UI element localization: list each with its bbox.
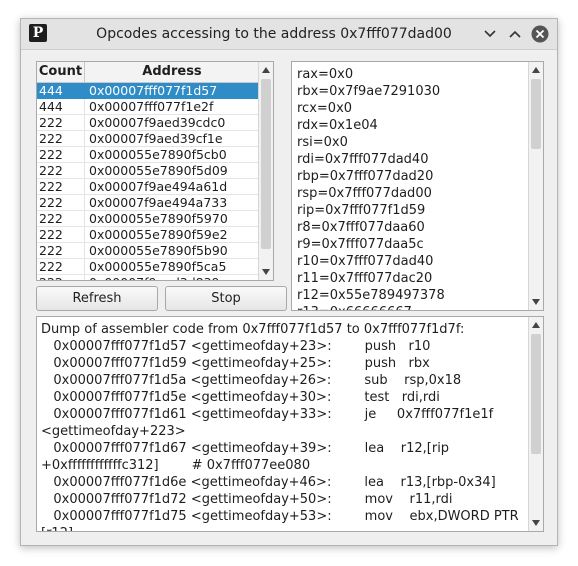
disassembly-line: 0x00007fff077f1d67 <gettimeofday+39>: le… [41, 441, 450, 456]
disassembly-scroll-thumb[interactable] [531, 334, 541, 454]
register-value: r13=0x66666667 [297, 304, 525, 310]
window-title: Opcodes accessing to the address 0x7fff0… [96, 26, 452, 42]
disassembly-line: [r12] [41, 525, 526, 531]
disassembly-line: 0x00007fff077f1d5e <gettimeofday+30>: te… [41, 390, 440, 405]
disassembly-line: 0x00007fff077f1d75 <gettimeofday+53>: mo… [41, 509, 519, 524]
disassembly-line: Dump of assembler code from 0x7fff077f1d… [41, 322, 465, 337]
table-row[interactable]: 444 0x00007fff077f1e2f [37, 99, 259, 115]
table-row[interactable]: 222 0x00007f9aed39cf1e [37, 131, 259, 147]
count-cell: 222 [37, 275, 85, 280]
title-bar[interactable]: P Opcodes accessing to the address 0x7ff… [21, 19, 557, 50]
count-cell: 222 [37, 179, 85, 194]
register-value: r12=0x55e789497378 [297, 288, 445, 303]
scroll-down-arrow-icon[interactable] [529, 516, 543, 530]
register-value: rdi=0x7fff077dad40 [297, 152, 429, 167]
disassembly-line: 0x00007fff077f1d6e <gettimeofday+46>: le… [41, 475, 496, 490]
table-header: Count Address [37, 62, 259, 83]
address-cell: 0x00007f9aed39cdc0 [89, 115, 226, 130]
maximize-chevron-up-icon[interactable] [506, 25, 524, 43]
registers-panel[interactable]: rax=0x0 rbx=0x7f9ae7291030 rcx=0x0 rdx=0x1e… [291, 61, 544, 311]
disassembly-line: 0x00007fff077f1d5a <gettimeofday+26>: su… [41, 373, 462, 388]
register-value: r10=0x7fff077dad40 [297, 254, 434, 269]
register-value: rcx=0x0 [297, 101, 353, 116]
registers-scrollbar[interactable] [528, 62, 543, 310]
count-cell: 222 [37, 211, 85, 226]
register-value: rbx=0x7f9ae7291030 [297, 84, 441, 99]
disassembly-line: 0x00007fff077f1d57 <gettimeofday+23>: pu… [41, 339, 431, 354]
register-value: r9=0x7fff077daa5c [297, 237, 424, 252]
column-header-count[interactable]: Count [37, 62, 85, 82]
address-cell: 0x00007f9aed3d839 [85, 275, 259, 280]
table-row[interactable]: 222 0x000055e7890f5970 [37, 211, 259, 227]
refresh-button[interactable]: Refresh [36, 286, 158, 311]
count-cell: 444 [37, 99, 85, 114]
table-row[interactable]: 222 0x000055e7890f5b90 [37, 243, 259, 259]
close-icon[interactable] [531, 25, 549, 43]
table-row[interactable]: 222 0x000055e7890f59e2 [37, 227, 259, 243]
disassembly-line: 0x00007fff077f1d59 <gettimeofday+25>: pu… [41, 356, 430, 371]
address-cell: 0x000055e7890f5b90 [89, 243, 228, 258]
address-cell: 0x00007fff077f1d57 [89, 83, 218, 98]
app-logo-icon: P [29, 24, 47, 42]
table-row[interactable]: 444 0x00007fff077f1d57 [37, 83, 259, 99]
disassembly-text: Dump of assembler code from 0x7fff077f1d… [41, 321, 526, 531]
table-body: 444 0x00007fff077f1d57 444 0x00007fff077f1e… [37, 83, 259, 280]
scroll-up-arrow-icon[interactable] [259, 63, 273, 77]
table-scroll-thumb[interactable] [261, 79, 271, 249]
address-cell: 0x00007f9aed39cf1e [89, 131, 223, 146]
register-value: rdx=0x1e04 [297, 118, 378, 133]
opcodes-window: P Opcodes accessing to the address 0x7ff… [20, 18, 558, 546]
register-value: rax=0x0 [297, 67, 354, 82]
scroll-up-arrow-icon[interactable] [529, 318, 543, 332]
table-row[interactable]: 222 0x00007f9ae494a61d [37, 179, 259, 195]
table-row[interactable]: 222 0x000055e7890f5cb0 [37, 147, 259, 163]
address-cell: 0x000055e7890f5d09 [89, 163, 228, 178]
address-cell: 0x00007f9ae494a61d [89, 179, 228, 194]
table-row[interactable]: 222 0x00007f9aed39cdc0 [37, 115, 259, 131]
disassembly-line: +0xffffffffffffc312] # 0x7fff077ee080 [41, 458, 311, 473]
registers-scroll-thumb[interactable] [531, 79, 541, 149]
disassembly-line: 0x00007fff077f1d61 <gettimeofday+33>: je… [41, 407, 494, 422]
disassembly-line: <gettimeofday+223> [41, 424, 186, 439]
table-row[interactable]: 222 0x000055e7890f5d09 [37, 163, 259, 179]
address-cell: 0x000055e7890f59e2 [89, 227, 228, 242]
address-cell: 0x000055e7890f5970 [89, 211, 228, 226]
register-value: rbp=0x7fff077dad20 [297, 169, 434, 184]
column-header-address[interactable]: Address [85, 62, 259, 82]
count-cell: 222 [37, 163, 85, 178]
table-row[interactable]: 222 0x00007f9ae494a733 [37, 195, 259, 211]
count-cell: 222 [37, 227, 85, 242]
disassembly-line: 0x00007fff077f1d72 <gettimeofday+50>: mo… [41, 492, 453, 507]
count-cell: 222 [37, 243, 85, 258]
address-cell: 0x000055e7890f5ca5 [89, 259, 227, 274]
minimize-chevron-down-icon[interactable] [481, 25, 499, 43]
register-value: rip=0x7fff077f1d59 [297, 203, 426, 218]
opcode-table[interactable]: Count Address 444 0x00007fff077f1d57 444 0x… [36, 61, 274, 281]
table-scrollbar[interactable] [258, 62, 273, 280]
table-row[interactable]: 222 0x000055e7890f5ca5 [37, 259, 259, 275]
address-cell: 0x000055e7890f5cb0 [89, 147, 227, 162]
address-cell: 0x00007f9ae494a733 [89, 195, 228, 210]
scroll-down-arrow-icon[interactable] [529, 295, 543, 309]
stop-button[interactable]: Stop [165, 286, 287, 311]
count-cell: 222 [37, 147, 85, 162]
register-value: rsp=0x7fff077dad00 [297, 186, 432, 201]
register-list: rax=0x0 rbx=0x7f9ae7291030 rcx=0x0 rdx=0x1e… [297, 66, 525, 310]
disassembly-scrollbar[interactable] [528, 317, 543, 531]
count-cell: 222 [37, 195, 85, 210]
register-value: rsi=0x0 [297, 135, 348, 150]
scroll-down-arrow-icon[interactable] [259, 265, 273, 279]
address-cell: 0x00007fff077f1e2f [89, 99, 214, 114]
count-cell: 222 [37, 259, 85, 274]
register-value: r11=0x7fff077dac20 [297, 271, 433, 286]
count-cell: 222 [37, 131, 85, 146]
register-value: r8=0x7fff077daa60 [297, 220, 425, 235]
count-cell: 222 [37, 115, 85, 130]
table-row[interactable]: 2220x00007f9aed3d839 [37, 275, 259, 280]
scroll-up-arrow-icon[interactable] [529, 63, 543, 77]
count-cell: 444 [37, 83, 85, 98]
disassembly-panel[interactable]: Dump of assembler code from 0x7fff077f1d… [36, 316, 544, 532]
